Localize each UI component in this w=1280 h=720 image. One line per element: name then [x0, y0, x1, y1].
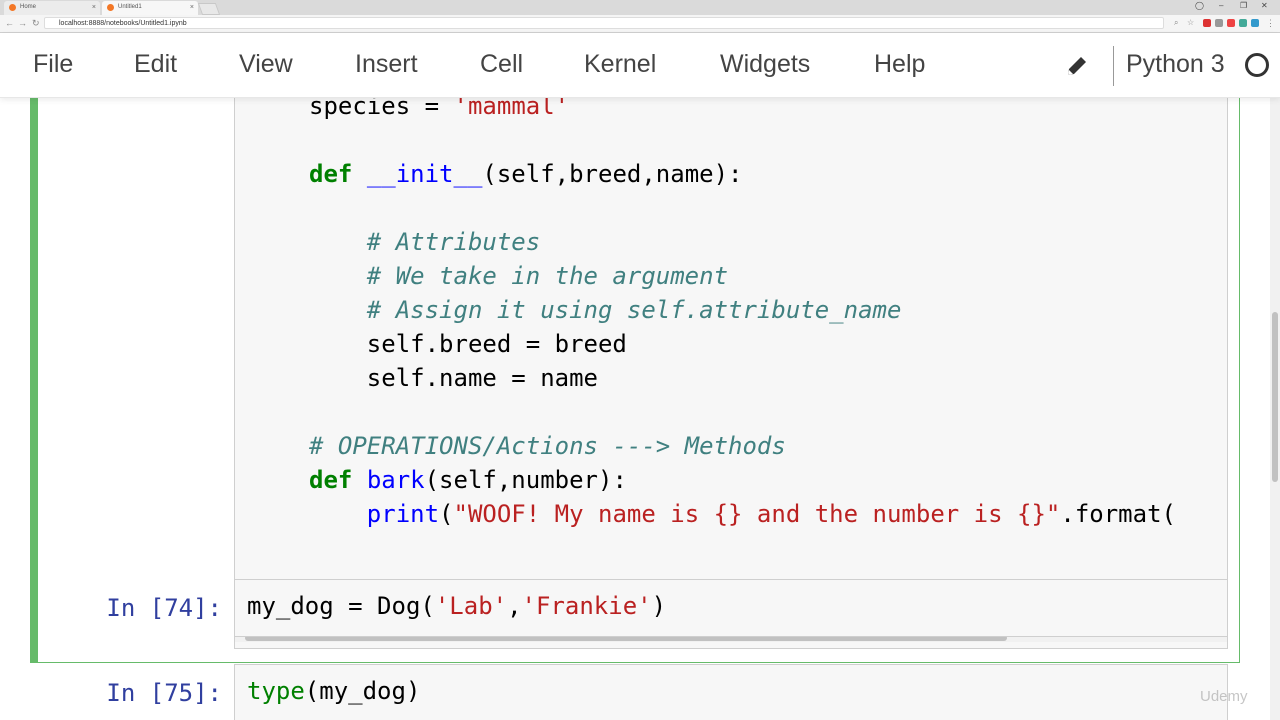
code-cell-input[interactable]: type(my_dog)	[234, 664, 1228, 720]
jupyter-favicon-icon	[107, 4, 114, 11]
notebook-container[interactable]: species = 'mammal' def __init__(self,bre…	[0, 98, 1270, 720]
menu-help[interactable]: Help	[874, 50, 925, 79]
code-cell-input[interactable]: my_dog = Dog('Lab','Frankie')	[234, 579, 1228, 637]
browser-menu-icon[interactable]: ⋮	[1266, 18, 1275, 29]
reload-icon[interactable]: ↻	[32, 18, 40, 29]
new-tab-button[interactable]	[197, 3, 221, 15]
pencil-icon[interactable]	[1064, 53, 1090, 79]
zoom-icon[interactable]: ⌕	[1174, 18, 1178, 28]
browser-tab-home[interactable]: Home ×	[4, 1, 100, 15]
code-line: species = 'mammal'	[309, 98, 570, 120]
code-lines: species = 'mammal' def __init__(self,bre…	[309, 98, 1176, 531]
address-bar: ← → ↻ localhost:8888/notebooks/Untitled1…	[0, 15, 1280, 33]
menubar-divider	[1113, 46, 1114, 86]
extension-icon[interactable]	[1239, 19, 1247, 27]
menu-cell[interactable]: Cell	[480, 50, 523, 79]
code-line: type(my_dog)	[247, 677, 421, 705]
restore-icon[interactable]: ❐	[1240, 1, 1247, 10]
url-field[interactable]: localhost:8888/notebooks/Untitled1.ipynb	[44, 17, 1164, 29]
code-cell-editor[interactable]: species = 'mammal' def __init__(self,bre…	[234, 98, 1228, 649]
kernel-name[interactable]: Python 3	[1126, 50, 1225, 79]
notebook-menubar: File Edit View Insert Cell Kernel Widget…	[0, 33, 1280, 98]
code-comment: # Attributes	[366, 228, 541, 256]
tab-label: Home	[20, 4, 37, 10]
code-line: self.breed = breed	[366, 330, 627, 358]
forward-icon[interactable]: →	[18, 18, 27, 28]
input-prompt: In [75]:	[106, 679, 222, 707]
url-text: localhost:8888/notebooks/Untitled1.ipynb	[59, 20, 187, 27]
code-line: my_dog = Dog('Lab','Frankie')	[247, 592, 667, 620]
extension-icon[interactable]	[1227, 19, 1235, 27]
vertical-scroll-thumb[interactable]	[1272, 312, 1278, 482]
input-prompt: In [74]:	[106, 594, 222, 622]
menu-kernel[interactable]: Kernel	[584, 50, 656, 79]
code-comment: # OPERATIONS/Actions ---> Methods	[309, 432, 786, 460]
code-line: def bark(self,number):	[309, 466, 627, 494]
menu-widgets[interactable]: Widgets	[720, 50, 810, 79]
extension-icon[interactable]	[1215, 19, 1223, 27]
tab-label: Untitled1	[118, 4, 142, 10]
menu-insert[interactable]: Insert	[355, 50, 418, 79]
close-tab-icon[interactable]: ×	[92, 1, 96, 14]
close-tab-icon[interactable]: ×	[190, 1, 194, 14]
minimize-icon[interactable]: –	[1219, 1, 1223, 10]
code-line: print("WOOF! My name is {} and the numbe…	[366, 500, 1176, 528]
kernel-idle-circle-icon	[1245, 53, 1269, 77]
account-icon[interactable]: ◯	[1195, 1, 1204, 10]
udemy-watermark: Udemy	[1200, 688, 1248, 705]
code-line: self.name = name	[366, 364, 598, 392]
back-icon[interactable]: ←	[5, 18, 14, 28]
extension-icon[interactable]	[1203, 19, 1211, 27]
browser-tab-untitled1[interactable]: Untitled1 ×	[102, 1, 198, 15]
jupyter-favicon-icon	[9, 4, 16, 11]
code-comment: # We take in the argument	[366, 262, 729, 290]
extension-icon[interactable]	[1251, 19, 1259, 27]
code-comment: # Assign it using self.attribute_name	[366, 296, 902, 324]
window-close-icon[interactable]: ✕	[1261, 1, 1268, 10]
code-line: def __init__(self,breed,name):	[309, 160, 743, 188]
browser-tab-bar: Home × Untitled1 × ◯ – ❐ ✕	[0, 0, 1280, 15]
menu-edit[interactable]: Edit	[134, 50, 177, 79]
menu-file[interactable]: File	[33, 50, 73, 79]
bookmark-star-icon[interactable]: ☆	[1187, 18, 1194, 27]
menu-view[interactable]: View	[239, 50, 293, 79]
